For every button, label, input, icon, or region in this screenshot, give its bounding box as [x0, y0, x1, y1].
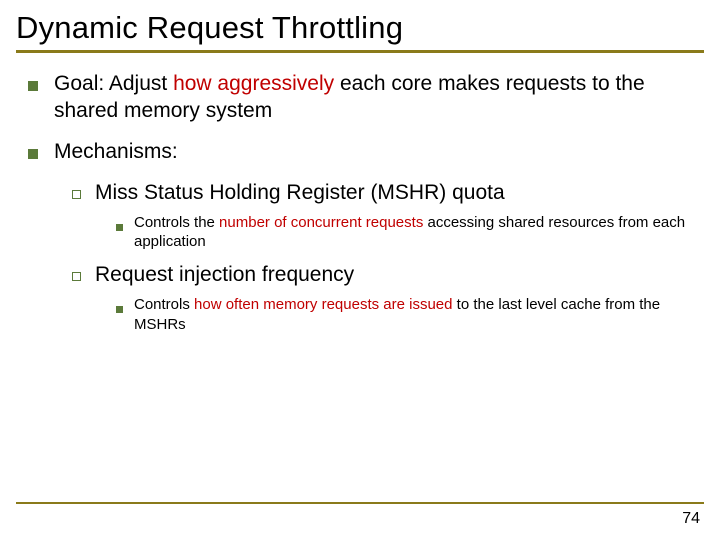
text-fragment: Controls	[134, 296, 194, 313]
text-accent: how aggressively	[173, 72, 334, 95]
detail-mshr: Controls the number of concurrent reques…	[116, 213, 704, 253]
slide-title: Dynamic Request Throttling	[16, 10, 704, 46]
bullet-text: Mechanisms:	[54, 139, 178, 166]
title-divider	[16, 50, 704, 53]
open-square-bullet-icon	[72, 186, 85, 207]
bullet-text: Goal: Adjust how aggressively each core …	[54, 71, 704, 125]
slide: Dynamic Request Throttling Goal: Adjust …	[0, 0, 720, 540]
detail-injection: Controls how often memory requests are i…	[116, 295, 704, 335]
open-square-bullet-icon	[72, 268, 85, 289]
page-number: 74	[682, 510, 700, 528]
square-bullet-icon	[28, 78, 44, 125]
text-accent: how often memory requests are issued	[194, 296, 452, 313]
text-fragment: Controls the	[134, 214, 219, 231]
text-fragment: Goal: Adjust	[54, 72, 173, 95]
bullet-mechanisms: Mechanisms:	[28, 139, 704, 166]
text-accent: number of concurrent requests	[219, 214, 423, 231]
bullet-text: Controls how often memory requests are i…	[134, 295, 704, 335]
square-bullet-icon	[28, 146, 44, 166]
subbullet-injection: Request injection frequency	[72, 262, 704, 289]
square-bullet-icon	[116, 218, 126, 253]
bullet-text: Controls the number of concurrent reques…	[134, 213, 704, 253]
bullet-text: Miss Status Holding Register (MSHR) quot…	[95, 180, 505, 207]
subbullet-mshr: Miss Status Holding Register (MSHR) quot…	[72, 180, 704, 207]
square-bullet-icon	[116, 300, 126, 335]
bullet-text: Request injection frequency	[95, 262, 354, 289]
footer-divider	[16, 502, 704, 504]
bullet-goal: Goal: Adjust how aggressively each core …	[28, 71, 704, 125]
